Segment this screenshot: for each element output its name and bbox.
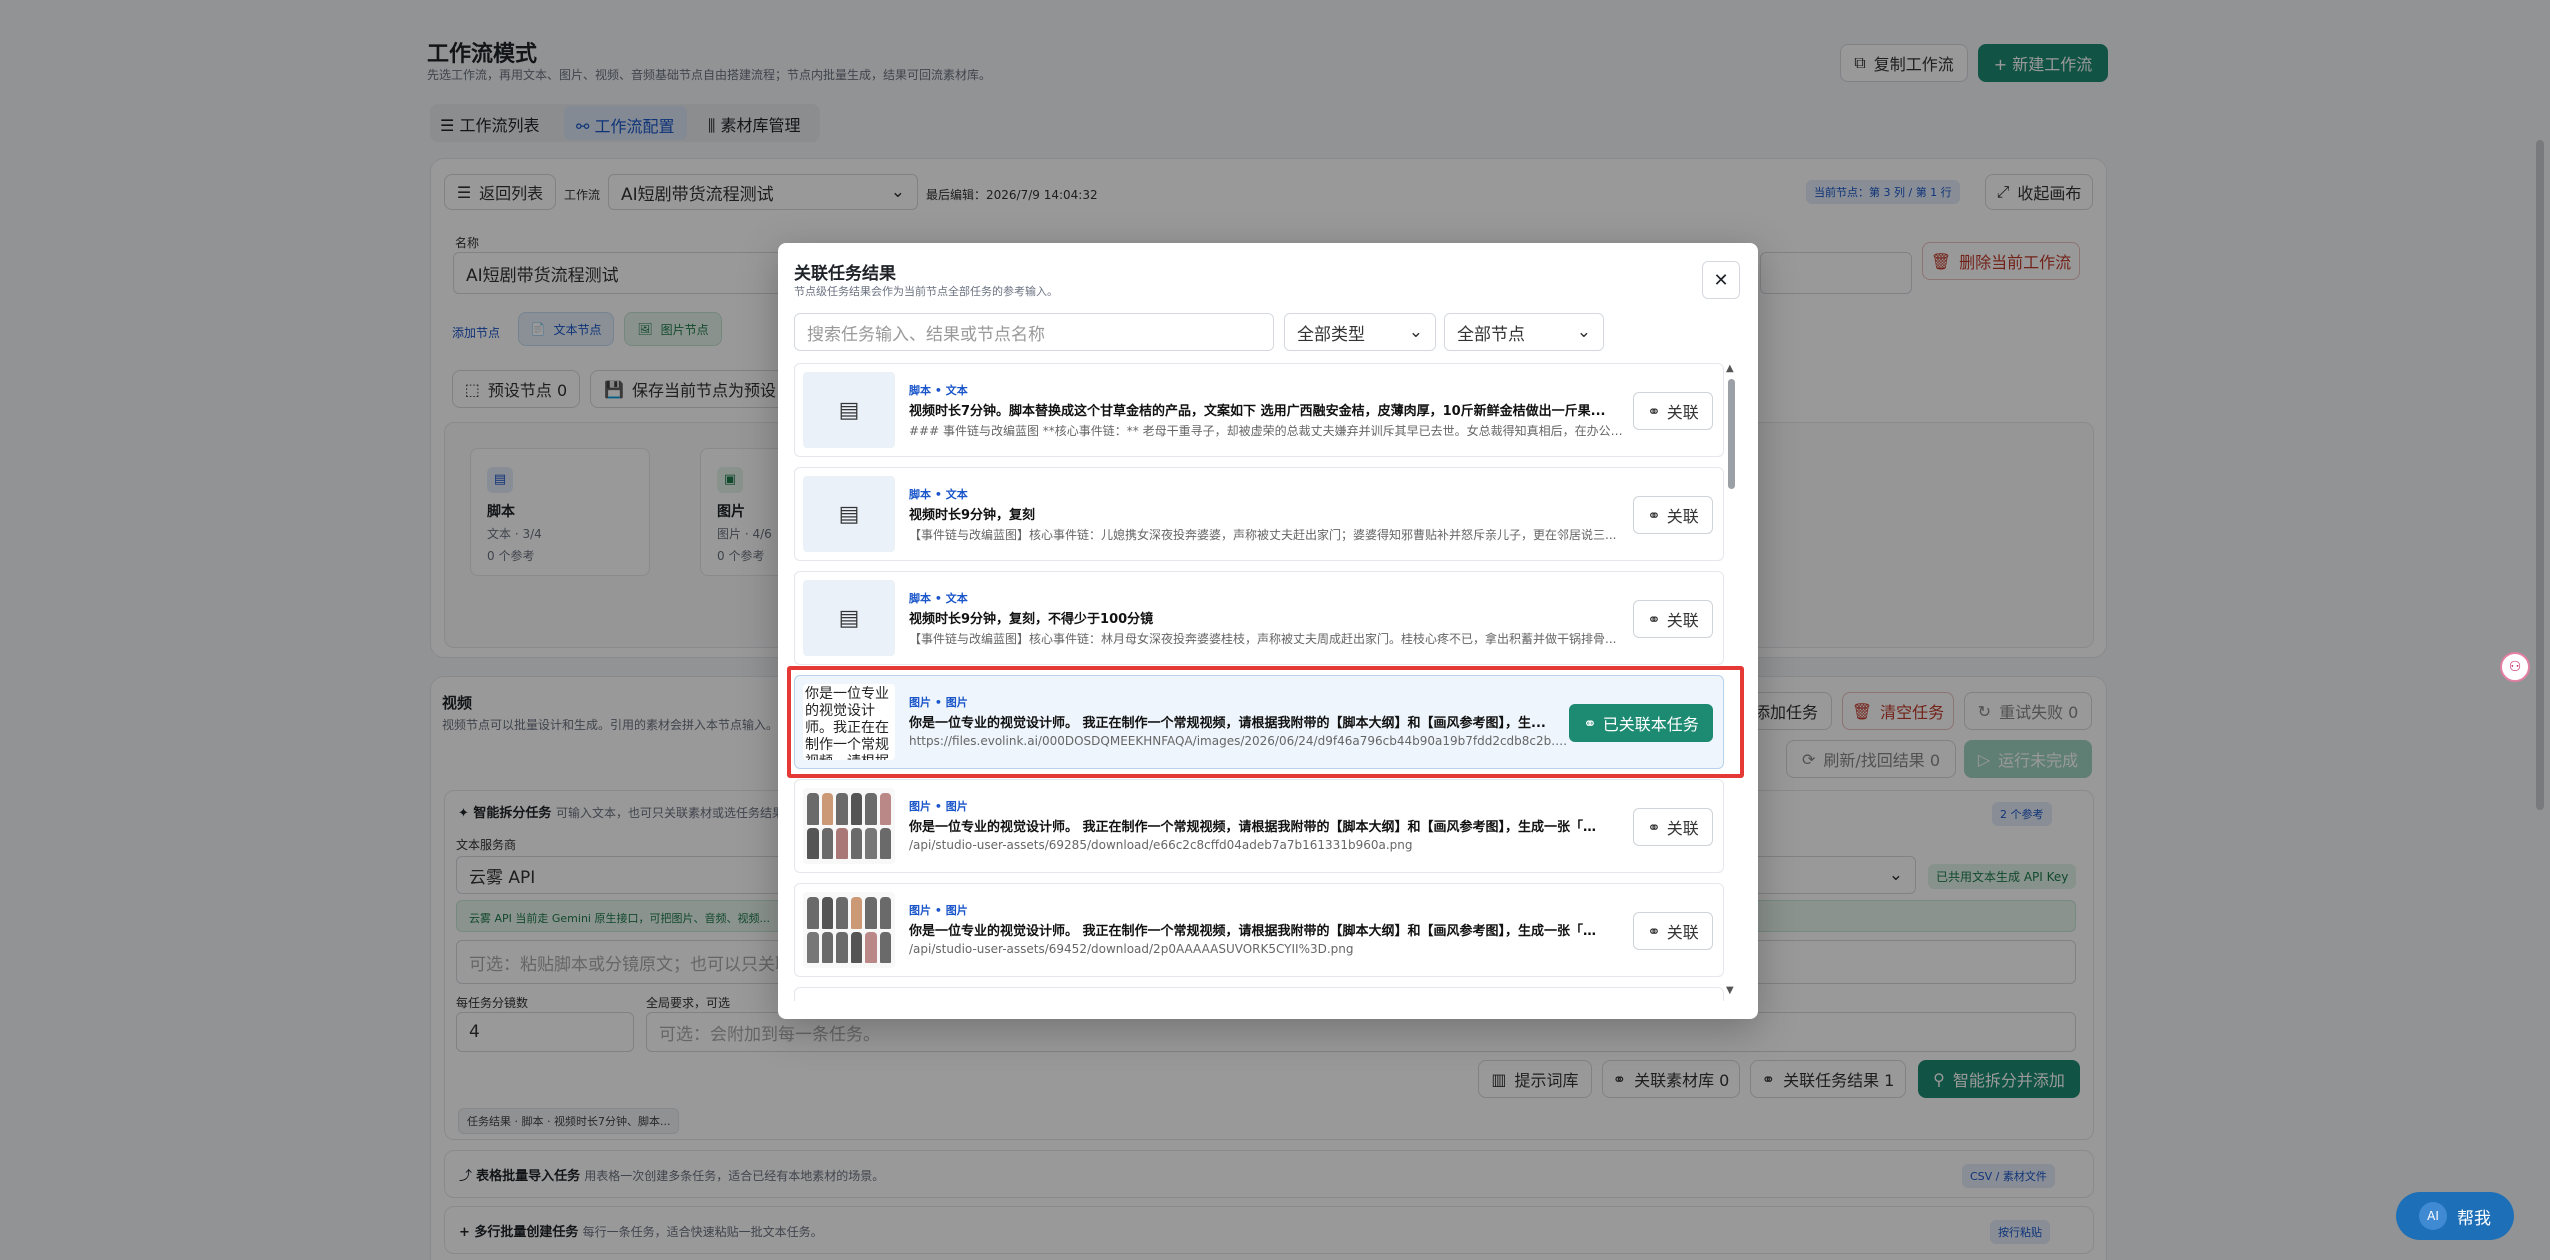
item-title: 视频时长9分钟，复刻，不得少于100分镜 [909, 612, 1154, 627]
doc-icon: ▤ [803, 476, 895, 552]
node-filter-select[interactable]: 全部节点 ⌄ [1444, 313, 1604, 351]
item-title: 视频时长9分钟，复刻 [909, 508, 1036, 523]
link-results-modal: 关联任务结果 节点级任务结果会作为当前节点全部任务的参考输入。 ✕ 搜索任务输入… [778, 243, 1758, 1019]
list-scrollbar-thumb[interactable] [1728, 379, 1735, 489]
list-item[interactable]: ▤ 脚本 • 文本 视频时长9分钟，复刻，不得少于100分镜 【事件链与改编蓝图… [794, 571, 1724, 665]
help-button[interactable]: AI 帮我 [2396, 1192, 2514, 1240]
ai-badge: AI [2419, 1202, 2447, 1230]
link-icon: ⚭ [1647, 401, 1661, 421]
search-input[interactable]: 搜索任务输入、结果或节点名称 [794, 313, 1274, 351]
list-item[interactable] [794, 987, 1724, 1001]
item-desc: 【事件链与改编蓝图】核心事件链：林月母女深夜投奔婆婆桂枝，声称被丈夫周成赶出家门… [909, 632, 1617, 646]
item-category: 脚本 • 文本 [909, 592, 968, 605]
link-icon: ⚭ [1647, 817, 1661, 837]
selection-highlight [787, 666, 1744, 778]
assistant-icon[interactable]: ⚇ [2500, 652, 2530, 682]
chevron-down-icon: ⌄ [1576, 322, 1591, 342]
item-desc: /api/studio-user-assets/69285/download/e… [909, 838, 1413, 852]
doc-icon: ▤ [803, 372, 895, 448]
item-category: 脚本 • 文本 [909, 488, 968, 501]
list-scroll-down[interactable]: ▼ [1726, 985, 1734, 996]
list-item[interactable]: 图片 • 图片 你是一位专业的视觉设计师。 我正在制作一个常规视频，请根据我附带… [794, 883, 1724, 977]
list-item[interactable]: ▤ 脚本 • 文本 视频时长7分钟。脚本替换成这个甘草金桔的产品，文案如下 选用… [794, 363, 1724, 457]
item-category: 图片 • 图片 [909, 904, 968, 917]
close-icon: ✕ [1713, 269, 1729, 291]
chevron-down-icon: ⌄ [1408, 322, 1423, 342]
item-desc: /api/studio-user-assets/69452/download/2… [909, 942, 1354, 956]
list-scroll-up[interactable]: ▲ [1726, 363, 1734, 374]
list-item[interactable]: 图片 • 图片 你是一位专业的视觉设计师。 我正在制作一个常规视频，请根据我附带… [794, 779, 1724, 873]
link-icon: ⚭ [1647, 921, 1661, 941]
item-title: 视频时长7分钟。脚本替换成这个甘草金桔的产品，文案如下 选用广西融安金桔，皮薄肉… [909, 404, 1606, 419]
link-button[interactable]: ⚭ 关联 [1633, 496, 1713, 534]
close-button[interactable]: ✕ [1702, 261, 1740, 299]
item-desc: ### 事件链与改编蓝图 **核心事件链：** 老母干重寻子，却被虚荣的总裁丈夫… [909, 424, 1629, 438]
modal-title: 关联任务结果 [794, 264, 896, 284]
link-button[interactable]: ⚭ 关联 [1633, 912, 1713, 950]
item-title: 你是一位专业的视觉设计师。 我正在制作一个常规视频，请根据我附带的【脚本大纲】和… [909, 924, 1609, 939]
thumbnail-image [803, 788, 895, 864]
list-item[interactable]: ▤ 脚本 • 文本 视频时长9分钟，复刻 【事件链与改编蓝图】核心事件链：儿媳携… [794, 467, 1724, 561]
modal-subtitle: 节点级任务结果会作为当前节点全部任务的参考输入。 [794, 285, 1058, 298]
item-title: 你是一位专业的视觉设计师。 我正在制作一个常规视频，请根据我附带的【脚本大纲】和… [909, 820, 1609, 835]
thumbnail-image [803, 892, 895, 968]
item-category: 脚本 • 文本 [909, 384, 968, 397]
doc-icon: ▤ [803, 580, 895, 656]
type-filter-select[interactable]: 全部类型 ⌄ [1284, 313, 1436, 351]
link-icon: ⚭ [1647, 609, 1661, 629]
item-category: 图片 • 图片 [909, 800, 968, 813]
link-button[interactable]: ⚭ 关联 [1633, 808, 1713, 846]
link-button[interactable]: ⚭ 关联 [1633, 392, 1713, 430]
item-desc: 【事件链与改编蓝图】核心事件链：儿媳携女深夜投奔婆婆，声称被丈夫赶出家门；婆婆得… [909, 528, 1617, 542]
link-icon: ⚭ [1647, 505, 1661, 525]
link-button[interactable]: ⚭ 关联 [1633, 600, 1713, 638]
